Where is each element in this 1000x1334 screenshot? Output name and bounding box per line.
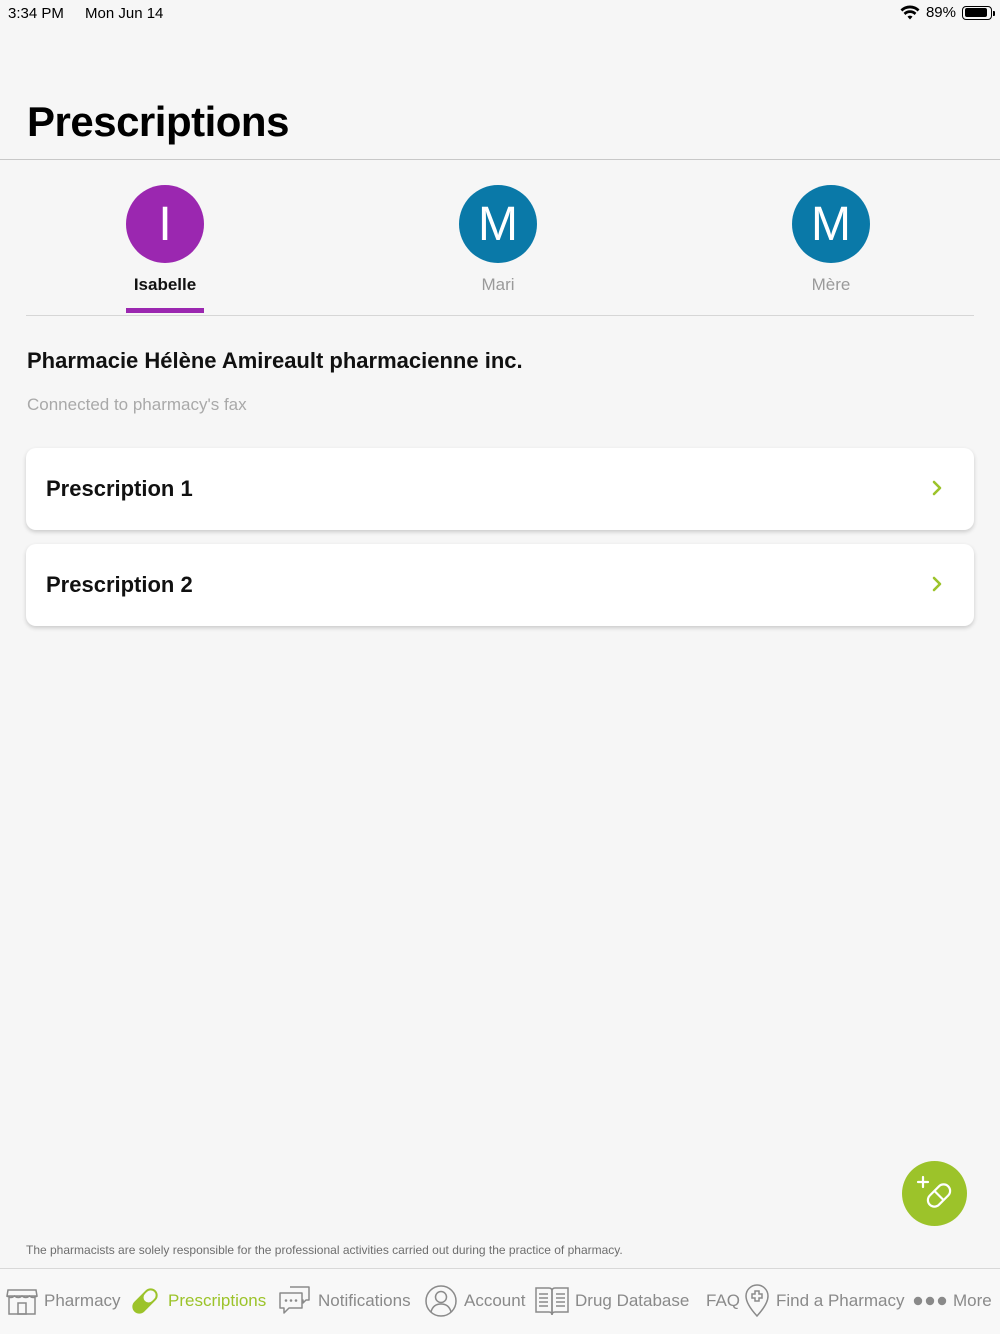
profile-isabelle[interactable]: I Isabelle	[95, 185, 235, 315]
tab-label: Find a Pharmacy	[776, 1291, 905, 1310]
location-pin-icon	[745, 1284, 769, 1318]
tab-pharmacy[interactable]: Pharmacy	[6, 1283, 121, 1319]
page-title: Prescriptions	[27, 98, 289, 145]
prescription-card[interactable]: Prescription 2	[26, 544, 974, 626]
chevron-right-icon	[932, 480, 942, 496]
add-pill-icon	[916, 1175, 951, 1208]
prescription-card[interactable]: Prescription 1	[26, 448, 974, 530]
status-bar: 3:34 PM Mon Jun 14 89%	[0, 0, 1000, 28]
status-date: Mon Jun 14	[85, 5, 164, 22]
storefront-icon	[6, 1289, 38, 1315]
avatar: I	[126, 185, 204, 263]
tab-label: FAQ	[706, 1291, 741, 1310]
tab-drug-database[interactable]: Drug Database	[535, 1283, 689, 1319]
tab-label: Prescriptions	[168, 1291, 267, 1310]
person-icon	[425, 1285, 457, 1317]
profile-name: Isabelle	[133, 275, 197, 294]
profile-mere[interactable]: M Mère	[761, 185, 901, 315]
pharmacy-connection-status: Connected to pharmacy's fax	[27, 395, 247, 414]
battery-percent: 89%	[925, 4, 956, 21]
chevron-right-icon	[932, 576, 942, 592]
tab-faq[interactable]: FAQ	[706, 1283, 740, 1319]
tab-find-a-pharmacy[interactable]: Find a Pharmacy	[744, 1283, 905, 1319]
status-time: 3:34 PM	[8, 5, 64, 22]
tab-label: Notifications	[318, 1291, 411, 1310]
avatar: M	[792, 185, 870, 263]
prescription-label: Prescription 2	[46, 572, 193, 597]
battery-icon	[962, 5, 995, 20]
add-prescription-button[interactable]	[902, 1161, 967, 1226]
battery-fill	[964, 8, 987, 17]
pill-icon	[132, 1288, 158, 1314]
tab-label: Pharmacy	[44, 1291, 121, 1310]
tab-label: Account	[464, 1291, 526, 1310]
selected-profile-indicator	[126, 308, 204, 313]
profile-mari[interactable]: M Mari	[428, 185, 568, 315]
profile-name: Mari	[481, 275, 515, 294]
book-icon	[535, 1287, 569, 1316]
chat-bubbles-icon	[279, 1286, 310, 1314]
tab-prescriptions[interactable]: Prescriptions	[128, 1283, 266, 1319]
tab-notifications[interactable]: Notifications	[278, 1283, 411, 1319]
avatar: M	[459, 185, 537, 263]
tab-label: Drug Database	[575, 1291, 690, 1310]
pharmacy-name: Pharmacie Hélène Amireault pharmacienne …	[27, 348, 523, 373]
tab-label: More	[953, 1291, 992, 1310]
profile-name: Mère	[811, 275, 851, 294]
tab-bar: Pharmacy Prescriptions Notifications Acc…	[0, 1268, 1000, 1334]
prescription-label: Prescription 1	[46, 476, 193, 501]
status-indicators: 89%	[900, 4, 995, 21]
profiles-divider	[26, 315, 974, 316]
wifi-icon	[900, 5, 920, 19]
ellipsis-icon	[913, 1296, 947, 1306]
tab-account[interactable]: Account	[424, 1283, 525, 1319]
profile-selector: I Isabelle M Mari M Mère	[0, 160, 1000, 316]
tab-more[interactable]: More	[913, 1283, 992, 1319]
disclaimer-text: The pharmacists are solely responsible f…	[26, 1243, 623, 1257]
